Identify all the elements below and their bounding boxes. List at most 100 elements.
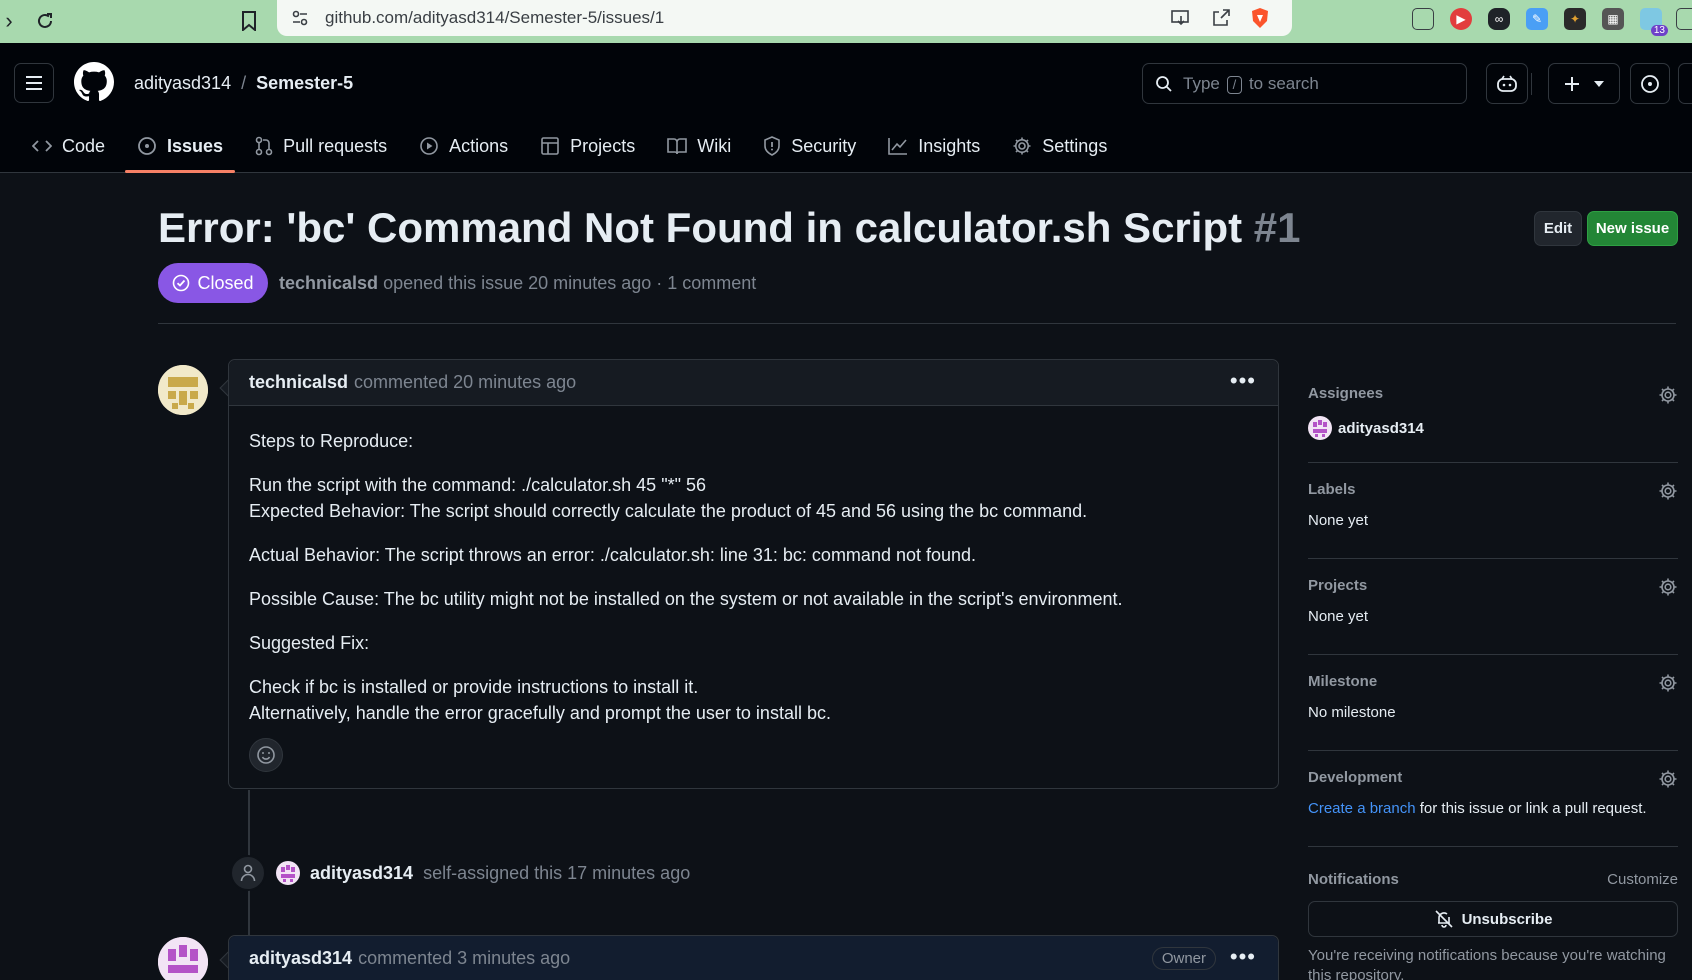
sidebar-development: Development Create a branch for this iss… <box>1308 769 1678 847</box>
tab-projects[interactable]: Projects <box>528 119 647 173</box>
comment-author-link[interactable]: technicalsd <box>249 372 348 393</box>
url-text[interactable]: github.com/adityasd314/Semester-5/issues… <box>325 8 664 28</box>
bookmark-icon[interactable] <box>234 6 264 36</box>
repo-name-link[interactable]: Semester-5 <box>256 73 353 94</box>
extensions-icon[interactable] <box>1676 8 1692 30</box>
divider <box>158 323 1676 324</box>
event-text: self-assigned this 17 minutes ago <box>423 862 691 883</box>
install-app-icon[interactable] <box>1170 7 1192 29</box>
tab-insights[interactable]: Insights <box>876 119 992 173</box>
sidebar-development-title[interactable]: Development <box>1308 769 1678 786</box>
avatar[interactable] <box>158 937 208 980</box>
assignee-item[interactable]: adityasd314 <box>1308 416 1678 440</box>
sidebar-milestone-title[interactable]: Milestone <box>1308 673 1678 690</box>
unsubscribe-label: Unsubscribe <box>1461 910 1553 928</box>
create-branch-link[interactable]: Create a branch <box>1308 800 1416 817</box>
sidebar-labels-title[interactable]: Labels <box>1308 481 1678 498</box>
issue-meta-text: opened this issue 20 minutes ago · 1 com… <box>383 273 757 293</box>
sidebar-labels: Labels None yet <box>1308 481 1678 559</box>
event-actor-link[interactable]: adityasd314 <box>310 863 413 884</box>
kebab-horizontal-icon[interactable]: ••• <box>1230 368 1256 394</box>
sidebar-assignees-title[interactable]: Assignees <box>1308 385 1678 402</box>
brave-shield-icon[interactable] <box>1249 7 1271 29</box>
extension-badge-icon[interactable]: 13 <box>1640 8 1668 36</box>
glasses-extension-icon[interactable]: ∞ <box>1488 8 1510 30</box>
comment-timestamp[interactable]: commented 20 minutes ago <box>354 372 576 393</box>
avatar <box>1308 416 1332 440</box>
github-logo-icon[interactable] <box>74 62 114 102</box>
menu-icon[interactable] <box>14 63 54 103</box>
tab-code[interactable]: Code <box>20 119 117 173</box>
sidebar-assignees: Assignees adityasd314 <box>1308 385 1678 463</box>
search-input[interactable]: Type / to search <box>1142 63 1467 104</box>
gear-icon[interactable] <box>1658 481 1678 506</box>
gear-icon[interactable] <box>1658 673 1678 698</box>
bell-slash-icon <box>1434 910 1453 928</box>
puzzle-extension-icon[interactable]: ✦ <box>1564 8 1586 30</box>
tab-wiki[interactable]: Wiki <box>655 119 743 173</box>
issue-meta: technicalsd opened this issue 20 minutes… <box>279 273 756 294</box>
sidebar-notifications: Notifications Customize <box>1308 871 1678 891</box>
tab-insights-label: Insights <box>918 135 981 156</box>
issue-author-link[interactable]: technicalsd <box>279 273 378 293</box>
browser-toolbar: › github.com/adityasd314/Semester-5/issu… <box>0 0 1692 43</box>
table-icon <box>541 137 559 155</box>
projects-value: None yet <box>1308 608 1369 625</box>
tab-actions-label: Actions <box>449 135 509 156</box>
search-placeholder: Type / to search <box>1183 73 1319 94</box>
comment-header: technicalsd commented 20 minutes ago ••• <box>229 360 1278 406</box>
new-issue-button[interactable]: New issue <box>1587 211 1678 246</box>
issues-button[interactable] <box>1630 63 1670 104</box>
tab-search-icon[interactable] <box>1412 8 1434 30</box>
gear-icon[interactable] <box>1658 769 1678 794</box>
comment-paragraph: Steps to Reproduce: <box>249 431 414 451</box>
sidebar-notifications-title: Notifications <box>1308 871 1399 888</box>
extension-icon[interactable]: ▦ <box>1602 8 1624 30</box>
comment-timestamp[interactable]: commented 3 minutes ago <box>358 948 570 969</box>
avatar[interactable] <box>158 365 208 415</box>
kebab-horizontal-icon[interactable]: ••• <box>1230 944 1256 970</box>
tab-actions[interactable]: Actions <box>407 119 520 173</box>
tab-pull-requests[interactable]: Pull requests <box>243 119 399 173</box>
gear-icon[interactable] <box>1658 577 1678 602</box>
triangle-down-icon <box>1594 80 1604 87</box>
copilot-button[interactable] <box>1486 63 1528 104</box>
issue-title-text: Error: 'bc' Command Not Found in calcula… <box>158 204 1243 251</box>
pull-requests-button[interactable] <box>1678 63 1692 104</box>
extension-count-badge: 13 <box>1650 25 1668 36</box>
sidebar-projects-title[interactable]: Projects <box>1308 577 1678 594</box>
sidebar-milestone: Milestone No milestone <box>1308 673 1678 751</box>
address-bar[interactable]: github.com/adityasd314/Semester-5/issues… <box>277 0 1292 36</box>
comment-card: adityasd314 commented 3 minutes ago Owne… <box>228 935 1279 980</box>
tab-pull-requests-label: Pull requests <box>283 135 388 156</box>
record-extension-icon[interactable]: ▶ <box>1450 8 1472 30</box>
avatar[interactable] <box>276 861 300 885</box>
sidebar-projects: Projects None yet <box>1308 577 1678 655</box>
plus-icon <box>1565 76 1579 91</box>
gear-icon[interactable] <box>1658 385 1678 410</box>
customize-link[interactable]: Customize <box>1607 871 1678 888</box>
forward-icon[interactable]: › <box>0 6 24 36</box>
add-reaction-button[interactable] <box>249 738 283 772</box>
share-icon[interactable] <box>1210 7 1232 29</box>
unsubscribe-button[interactable]: Unsubscribe <box>1308 901 1678 937</box>
repo-owner-link[interactable]: adityasd314 <box>134 73 231 94</box>
extension-icon[interactable]: ✎ <box>1526 8 1548 30</box>
graph-icon <box>888 138 908 155</box>
issue-title: Error: 'bc' Command Not Found in calcula… <box>158 204 1300 252</box>
tab-issues[interactable]: Issues <box>125 119 236 173</box>
milestone-value: No milestone <box>1308 704 1396 721</box>
issue-number: #1 <box>1253 204 1301 251</box>
development-text: for this issue or link a pull request. <box>1419 800 1647 817</box>
create-new-button[interactable] <box>1548 63 1620 104</box>
play-icon <box>420 137 438 155</box>
tab-security[interactable]: Security <box>751 119 868 173</box>
assignee-name: adityasd314 <box>1338 419 1424 437</box>
smiley-icon <box>257 746 275 764</box>
tab-settings[interactable]: Settings <box>1000 119 1119 173</box>
reload-icon[interactable] <box>30 6 60 36</box>
tab-issues-label: Issues <box>167 135 224 156</box>
site-info-icon[interactable] <box>289 7 311 29</box>
comment-author-link[interactable]: adityasd314 <box>249 948 352 969</box>
edit-button[interactable]: Edit <box>1534 211 1582 246</box>
